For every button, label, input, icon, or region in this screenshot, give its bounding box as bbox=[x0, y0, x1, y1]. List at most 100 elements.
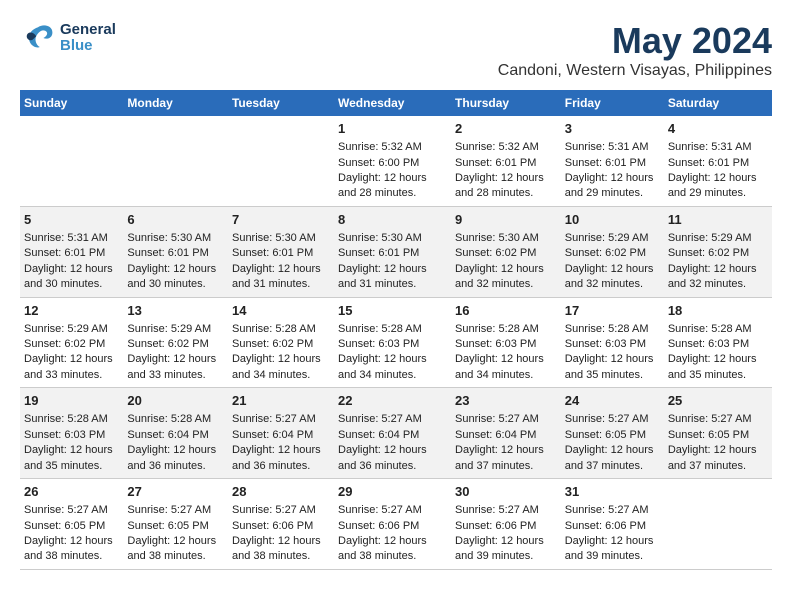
sunset: Sunset: 6:06 PM bbox=[455, 520, 536, 532]
sunset: Sunset: 6:02 PM bbox=[565, 247, 646, 259]
day-number: 24 bbox=[565, 392, 660, 410]
sunrise: Sunrise: 5:28 AM bbox=[24, 413, 108, 425]
sunset: Sunset: 6:06 PM bbox=[338, 520, 419, 532]
calendar-cell bbox=[20, 116, 123, 206]
calendar-week-1: 5Sunrise: 5:31 AMSunset: 6:01 PMDaylight… bbox=[20, 206, 772, 297]
daylight: Daylight: 12 hours and 30 minutes. bbox=[24, 263, 113, 290]
calendar-header-row: SundayMondayTuesdayWednesdayThursdayFrid… bbox=[20, 90, 772, 116]
daylight: Daylight: 12 hours and 36 minutes. bbox=[232, 444, 321, 471]
sunrise: Sunrise: 5:28 AM bbox=[668, 323, 752, 335]
sunrise: Sunrise: 5:28 AM bbox=[232, 323, 316, 335]
calendar-cell: 18Sunrise: 5:28 AMSunset: 6:03 PMDayligh… bbox=[664, 297, 772, 388]
day-number: 17 bbox=[565, 302, 660, 320]
day-number: 22 bbox=[338, 392, 447, 410]
logo-icon bbox=[20, 20, 56, 56]
daylight: Daylight: 12 hours and 32 minutes. bbox=[668, 263, 757, 290]
calendar-cell: 19Sunrise: 5:28 AMSunset: 6:03 PMDayligh… bbox=[20, 388, 123, 479]
sunrise: Sunrise: 5:29 AM bbox=[127, 323, 211, 335]
sunrise: Sunrise: 5:31 AM bbox=[565, 141, 649, 153]
calendar-week-0: 1 Sunrise: 5:32 AM Sunset: 6:00 PM Daylight… bbox=[20, 116, 772, 206]
daylight: Daylight: 12 hours and 36 minutes. bbox=[127, 444, 216, 471]
daylight: Daylight: 12 hours and 31 minutes. bbox=[338, 263, 427, 290]
daylight: Daylight: 12 hours and 29 minutes. bbox=[668, 172, 757, 199]
calendar-cell: 10Sunrise: 5:29 AMSunset: 6:02 PMDayligh… bbox=[561, 206, 664, 297]
sunrise: Sunrise: 5:27 AM bbox=[338, 504, 422, 516]
calendar-cell: 17Sunrise: 5:28 AMSunset: 6:03 PMDayligh… bbox=[561, 297, 664, 388]
main-title: May 2024 bbox=[498, 20, 772, 62]
daylight: Daylight: 12 hours and 37 minutes. bbox=[668, 444, 757, 471]
sunset: Sunset: 6:02 PM bbox=[127, 338, 208, 350]
sunset: Sunset: 6:03 PM bbox=[338, 338, 419, 350]
sunset: Sunset: 6:01 PM bbox=[232, 247, 313, 259]
sunrise: Sunrise: 5:32 AM bbox=[338, 141, 422, 153]
day-number: 19 bbox=[24, 392, 119, 410]
day-number: 1 bbox=[338, 120, 447, 138]
day-number: 16 bbox=[455, 302, 557, 320]
sunset: Sunset: 6:04 PM bbox=[232, 429, 313, 441]
sunset: Sunset: 6:04 PM bbox=[338, 429, 419, 441]
sunset: Sunset: 6:00 PM bbox=[338, 157, 419, 169]
sunrise: Sunrise: 5:27 AM bbox=[232, 413, 316, 425]
sunset: Sunset: 6:04 PM bbox=[455, 429, 536, 441]
calendar-week-4: 26 Sunrise: 5:27 AM Sunset: 6:05 PM Dayligh… bbox=[20, 479, 772, 570]
sunrise: Sunrise: 5:28 AM bbox=[127, 413, 211, 425]
day-number: 23 bbox=[455, 392, 557, 410]
daylight: Daylight: 12 hours and 34 minutes. bbox=[455, 353, 544, 380]
logo: General Blue bbox=[20, 20, 116, 56]
sunrise: Sunrise: 5:27 AM bbox=[455, 504, 539, 516]
day-number: 20 bbox=[127, 392, 224, 410]
calendar-cell: 6Sunrise: 5:30 AMSunset: 6:01 PMDaylight… bbox=[123, 206, 228, 297]
calendar-cell: 5Sunrise: 5:31 AMSunset: 6:01 PMDaylight… bbox=[20, 206, 123, 297]
daylight: Daylight: 12 hours and 38 minutes. bbox=[338, 535, 427, 562]
day-number: 6 bbox=[127, 211, 224, 229]
day-number: 25 bbox=[668, 392, 768, 410]
day-number: 11 bbox=[668, 211, 768, 229]
day-number: 27 bbox=[127, 483, 224, 501]
sunrise: Sunrise: 5:27 AM bbox=[232, 504, 316, 516]
sunrise: Sunrise: 5:29 AM bbox=[668, 232, 752, 244]
daylight: Daylight: 12 hours and 35 minutes. bbox=[668, 353, 757, 380]
calendar-cell: 26Sunrise: 5:27 AMSunset: 6:05 PMDayligh… bbox=[20, 479, 123, 570]
day-number: 14 bbox=[232, 302, 330, 320]
day-number: 9 bbox=[455, 211, 557, 229]
calendar-cell: 23 Sunrise: 5:27 AM Sunset: 6:04 PM Dayligh… bbox=[451, 388, 561, 479]
sunset: Sunset: 6:02 PM bbox=[232, 338, 313, 350]
sunrise: Sunrise: 5:27 AM bbox=[455, 413, 539, 425]
day-number: 31 bbox=[565, 483, 660, 501]
sunrise: Sunrise: 5:31 AM bbox=[668, 141, 752, 153]
day-number: 8 bbox=[338, 211, 447, 229]
sunset: Sunset: 6:05 PM bbox=[565, 429, 646, 441]
daylight: Daylight: 12 hours and 39 minutes. bbox=[455, 535, 544, 562]
sunrise: Sunrise: 5:28 AM bbox=[455, 323, 539, 335]
header-tuesday: Tuesday bbox=[228, 90, 334, 116]
calendar-table: SundayMondayTuesdayWednesdayThursdayFrid… bbox=[20, 90, 772, 570]
sunrise: Sunrise: 5:27 AM bbox=[565, 413, 649, 425]
calendar-cell bbox=[123, 116, 228, 206]
logo-labels: General Blue bbox=[60, 22, 116, 55]
calendar-cell: 2Sunrise: 5:32 AMSunset: 6:01 PMDaylight… bbox=[451, 116, 561, 206]
day-number: 26 bbox=[24, 483, 119, 501]
day-number: 30 bbox=[455, 483, 557, 501]
calendar-cell: 11Sunrise: 5:29 AMSunset: 6:02 PMDayligh… bbox=[664, 206, 772, 297]
daylight: Daylight: 12 hours and 29 minutes. bbox=[565, 172, 654, 199]
sunset: Sunset: 6:01 PM bbox=[24, 247, 105, 259]
sunset: Sunset: 6:02 PM bbox=[455, 247, 536, 259]
day-number: 15 bbox=[338, 302, 447, 320]
daylight: Daylight: 12 hours and 33 minutes. bbox=[24, 353, 113, 380]
calendar-cell bbox=[664, 479, 772, 570]
daylight: Daylight: 12 hours and 28 minutes. bbox=[455, 172, 544, 199]
calendar-cell: 30 Sunrise: 5:27 AM Sunset: 6:06 PM Dayligh… bbox=[451, 479, 561, 570]
daylight: Daylight: 12 hours and 38 minutes. bbox=[232, 535, 321, 562]
title-block: May 2024 Candoni, Western Visayas, Phili… bbox=[498, 20, 772, 80]
day-number: 12 bbox=[24, 302, 119, 320]
sunset: Sunset: 6:06 PM bbox=[565, 520, 646, 532]
page-header: General Blue May 2024 Candoni, Western V… bbox=[20, 20, 772, 80]
calendar-cell: 29Sunrise: 5:27 AMSunset: 6:06 PMDayligh… bbox=[334, 479, 451, 570]
sunrise: Sunrise: 5:27 AM bbox=[127, 504, 211, 516]
sunset: Sunset: 6:03 PM bbox=[565, 338, 646, 350]
calendar-cell: 16Sunrise: 5:28 AMSunset: 6:03 PMDayligh… bbox=[451, 297, 561, 388]
sunset: Sunset: 6:03 PM bbox=[24, 429, 105, 441]
daylight: Daylight: 12 hours and 37 minutes. bbox=[455, 444, 544, 471]
sunset: Sunset: 6:05 PM bbox=[127, 520, 208, 532]
calendar-cell bbox=[228, 116, 334, 206]
